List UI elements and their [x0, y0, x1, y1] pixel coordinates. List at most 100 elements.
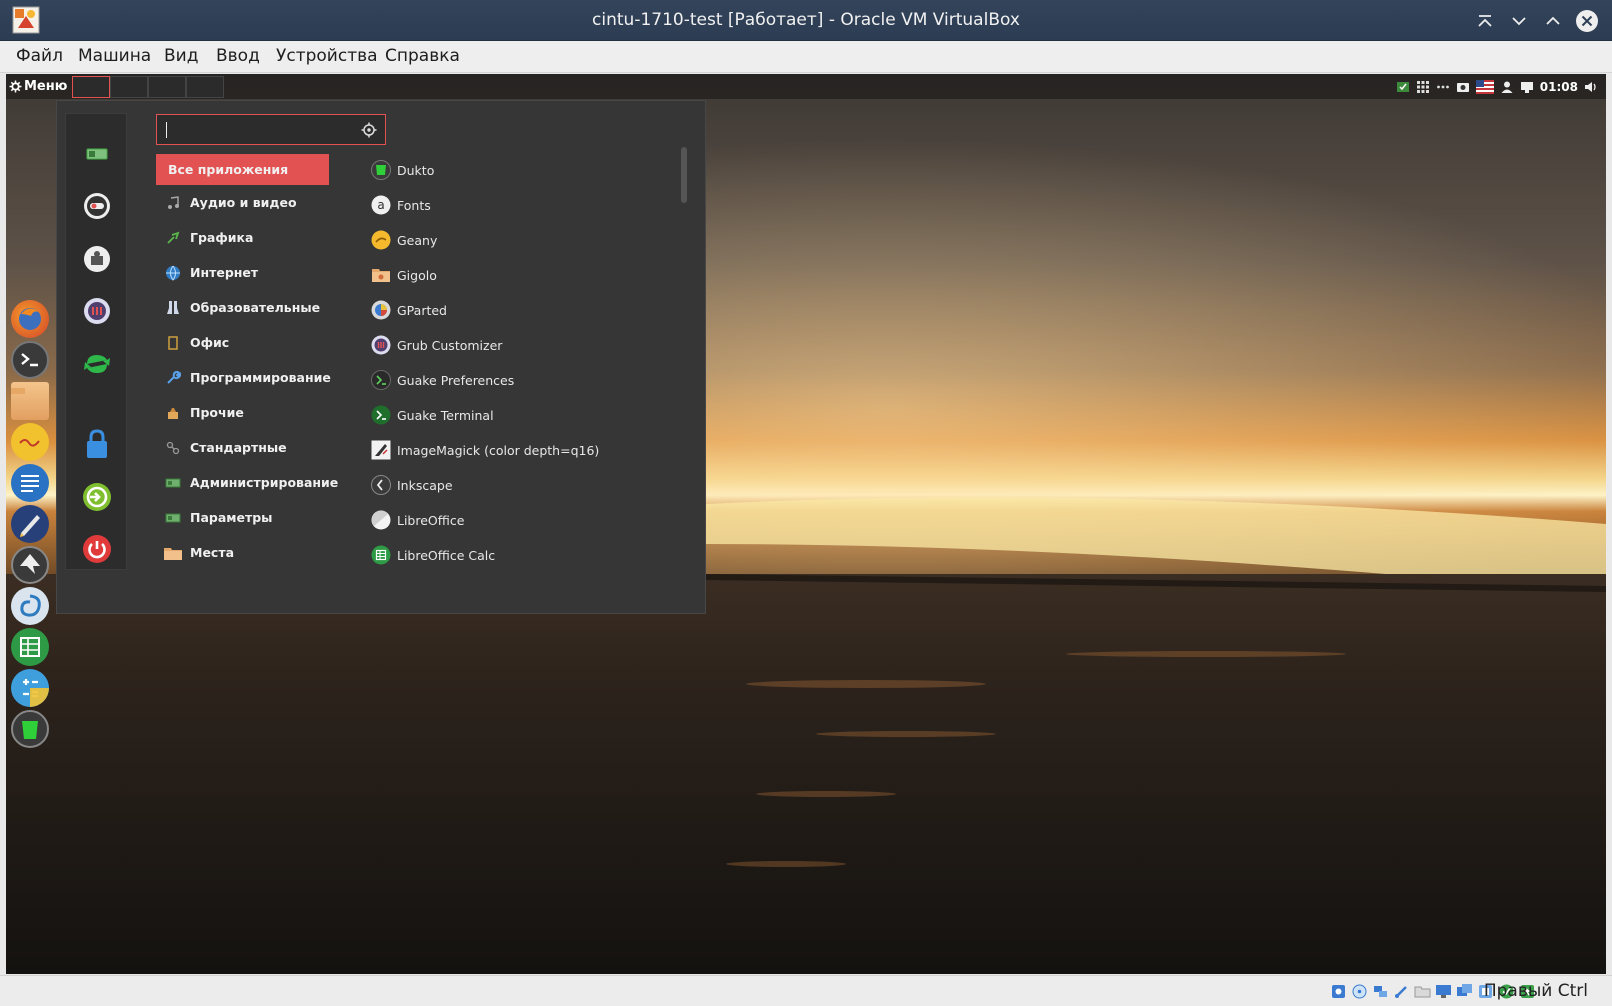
arabic-app-icon	[19, 439, 40, 447]
category-settings[interactable]: Параметры	[156, 502, 329, 533]
app-grub-customizer[interactable]: Grub Customizer	[371, 332, 502, 358]
fav-system-settings[interactable]	[81, 190, 113, 222]
category-accessories[interactable]: Стандартные	[156, 432, 329, 463]
maximize-button[interactable]	[1540, 8, 1566, 34]
category-label: Параметры	[190, 510, 273, 525]
shared-folder-icon[interactable]	[1414, 983, 1431, 1000]
sync-arrows-icon	[84, 355, 110, 373]
more-dots-icon[interactable]	[1436, 80, 1450, 94]
category-other[interactable]: Прочие	[156, 397, 329, 428]
menu-machine[interactable]: Машина	[78, 46, 151, 66]
dock-inkscape-icon[interactable]	[11, 546, 49, 584]
guest-display[interactable]: Меню 01:08 Все приложения Аудио и видео …	[6, 74, 1606, 974]
user-icon[interactable]	[1500, 80, 1514, 94]
minimize-button[interactable]	[1506, 8, 1532, 34]
workspace-1[interactable]	[72, 76, 110, 98]
dock-files-icon[interactable]	[11, 382, 49, 420]
app-dukto[interactable]: Dukto	[371, 157, 434, 183]
volume-icon[interactable]	[1584, 80, 1598, 94]
accessories-icon	[165, 440, 181, 456]
application-menu: Все приложения Аудио и видео Графика Инт…	[56, 100, 706, 614]
dock-firefox-icon[interactable]	[11, 300, 49, 338]
optical-drive-icon[interactable]	[1351, 983, 1368, 1000]
libreoffice-calc-icon	[371, 545, 391, 565]
workspace-3[interactable]	[148, 76, 186, 98]
menu-file[interactable]: Файл	[16, 46, 63, 66]
update-manager-icon[interactable]	[1396, 80, 1410, 94]
dock-calc-icon[interactable]	[11, 628, 49, 666]
fav-lock-screen[interactable]	[81, 428, 113, 460]
hard-disk-icon[interactable]	[1330, 983, 1347, 1000]
menu-view[interactable]: Вид	[164, 46, 198, 66]
settings-icon	[165, 510, 181, 526]
app-label: Gigolo	[397, 267, 437, 283]
network-adapter-icon[interactable]	[1372, 983, 1389, 1000]
search-input[interactable]	[165, 120, 355, 140]
app-inkscape[interactable]: Inkscape	[371, 472, 453, 498]
app-gigolo[interactable]: Gigolo	[371, 262, 437, 288]
app-imagemagick[interactable]: ImageMagick (color depth=q16)	[371, 437, 599, 463]
category-graphics[interactable]: Графика	[156, 222, 329, 253]
dock-dukto-icon[interactable]	[11, 710, 49, 748]
app-guake-preferences[interactable]: Guake Preferences	[371, 367, 514, 393]
category-label: Образовательные	[190, 300, 321, 315]
fav-shutdown[interactable]	[81, 533, 113, 565]
screenshot-icon[interactable]	[1456, 80, 1470, 94]
close-icon	[1576, 10, 1598, 32]
category-label: Аудио и видео	[190, 195, 297, 210]
us-flag-icon[interactable]	[1475, 79, 1494, 94]
category-education[interactable]: Образовательные	[156, 292, 329, 323]
apps-grid-icon[interactable]	[1416, 80, 1430, 94]
category-all-applications[interactable]: Все приложения	[156, 154, 329, 185]
window-titlebar: cintu-1710-test [Работает] - Oracle VM V…	[0, 0, 1612, 41]
category-administration[interactable]: Администрирование	[156, 467, 338, 498]
workspace-2[interactable]	[110, 76, 148, 98]
menu-devices[interactable]: Устройства	[276, 46, 378, 66]
category-places[interactable]: Места	[156, 537, 329, 568]
video-capture-icon[interactable]	[1456, 983, 1473, 1000]
dock-swirl-app-icon[interactable]	[11, 587, 49, 625]
dukto-icon	[371, 160, 391, 180]
fav-settings[interactable]	[81, 138, 113, 170]
close-button[interactable]	[1574, 8, 1600, 34]
search-target-icon[interactable]	[361, 122, 377, 138]
dock-pencil-app-icon[interactable]	[11, 505, 49, 543]
category-label: Прочие	[190, 405, 244, 420]
clock[interactable]: 01:08	[1540, 80, 1578, 94]
app-guake-terminal[interactable]: Guake Terminal	[371, 402, 494, 428]
lock-icon	[87, 429, 107, 458]
app-fonts[interactable]: a Fonts	[371, 192, 431, 218]
guake-preferences-icon	[371, 370, 391, 390]
app-geany[interactable]: Geany	[371, 227, 437, 253]
host-statusbar: Правый Ctrl	[0, 975, 1612, 1006]
fav-logout[interactable]	[81, 481, 113, 513]
dock-terminal-icon[interactable]	[11, 341, 49, 379]
app-libreoffice-calc[interactable]: LibreOffice Calc	[371, 542, 495, 568]
host-key-label: Правый Ctrl	[1483, 981, 1588, 1001]
app-list-scrollbar[interactable]	[681, 147, 687, 203]
guest-menu-button[interactable]: Меню	[9, 77, 67, 96]
workspace-4[interactable]	[186, 76, 224, 98]
chevron-up-icon	[1546, 16, 1560, 25]
fav-sync[interactable]	[81, 348, 113, 380]
app-gparted[interactable]: GParted	[371, 297, 447, 323]
menu-input[interactable]: Ввод	[216, 46, 260, 66]
category-programming[interactable]: Программирование	[156, 362, 331, 393]
dock-calculator-icon[interactable]	[11, 669, 49, 707]
terminal-icon	[21, 353, 38, 367]
display-icon[interactable]	[1435, 983, 1452, 1000]
network-icon[interactable]	[1520, 80, 1534, 94]
dock-arabic-app-icon[interactable]	[11, 423, 49, 461]
category-audio-video[interactable]: Аудио и видео	[156, 187, 329, 218]
app-libreoffice[interactable]: LibreOffice	[371, 507, 464, 533]
usb-icon[interactable]	[1393, 983, 1410, 1000]
dock-writer-icon[interactable]	[11, 464, 49, 502]
fav-package-manager[interactable]	[81, 243, 113, 275]
keep-above-button[interactable]	[1472, 8, 1498, 34]
dukto-icon	[22, 721, 38, 739]
category-label: Офис	[190, 335, 230, 350]
menu-help[interactable]: Справка	[385, 46, 460, 66]
fav-grub-customizer[interactable]	[81, 295, 113, 327]
category-office[interactable]: Офис	[156, 327, 329, 358]
category-internet[interactable]: Интернет	[156, 257, 329, 288]
